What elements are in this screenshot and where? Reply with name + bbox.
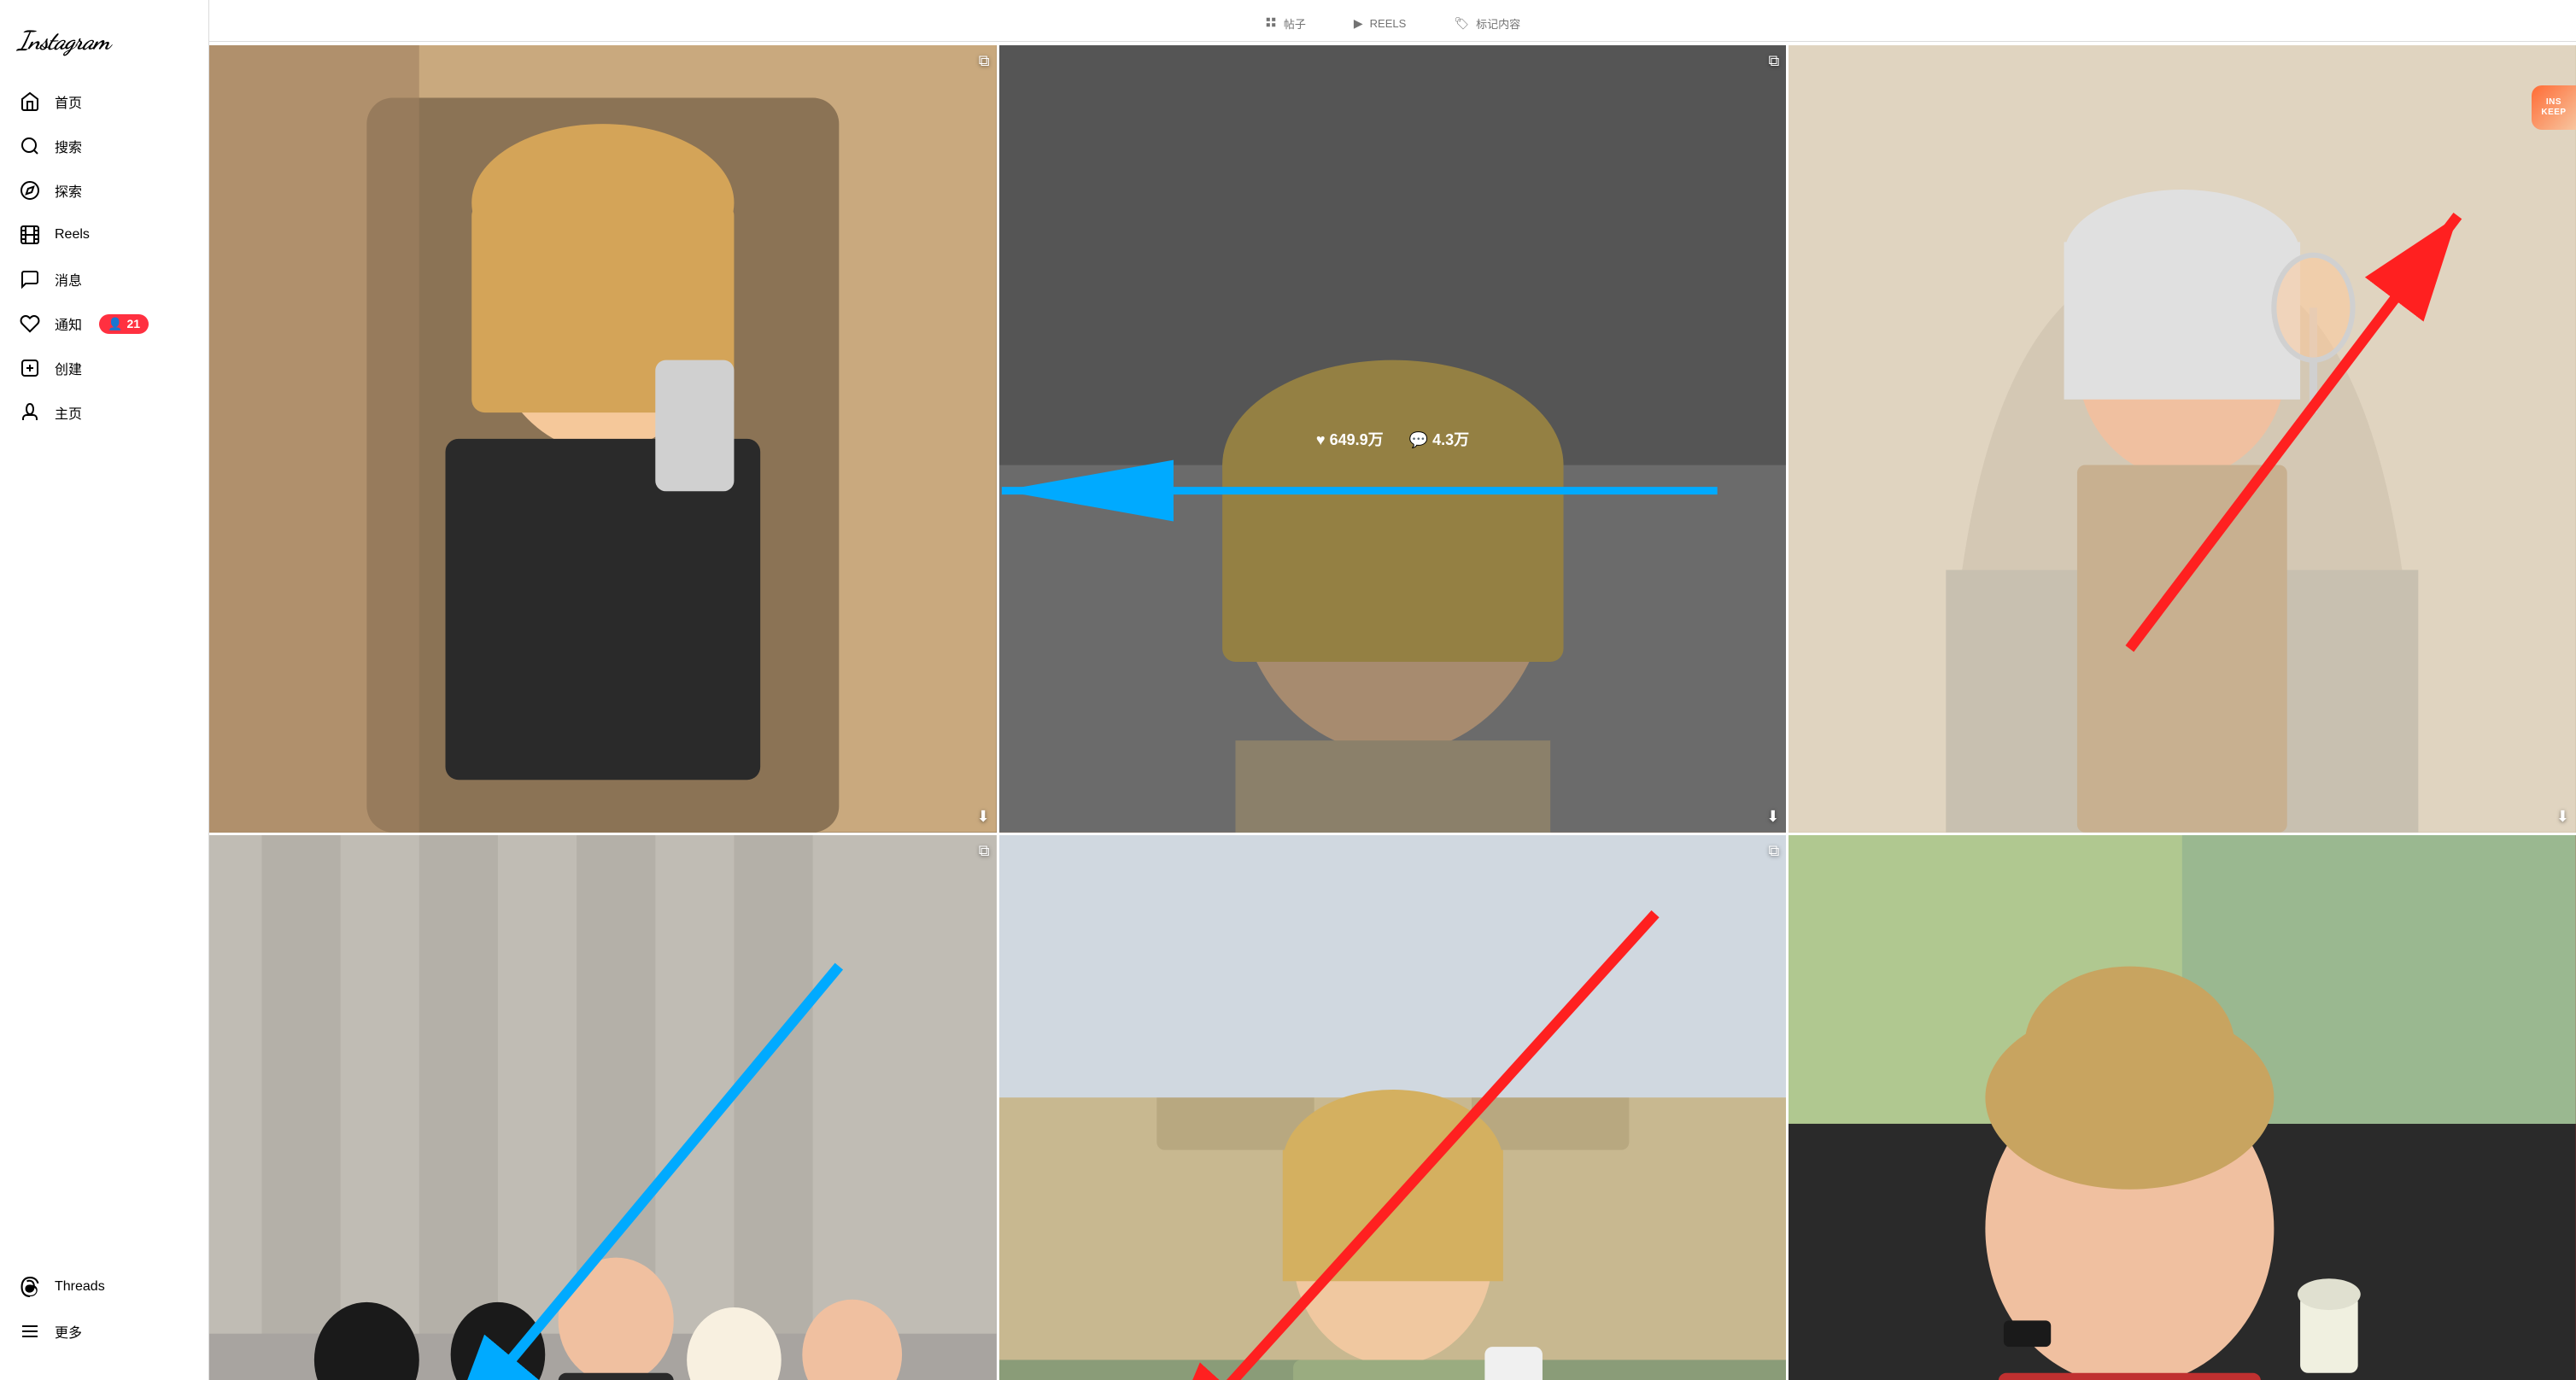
sidebar-item-messages-label: 消息 bbox=[55, 269, 82, 289]
tab-reels-label: REELS bbox=[1370, 17, 1407, 30]
grid-item-1[interactable]: ⧉ ⬇ bbox=[209, 45, 997, 833]
sidebar-item-messages[interactable]: 消息 bbox=[7, 258, 202, 301]
heart-icon bbox=[19, 313, 41, 335]
grid-overlay-1 bbox=[209, 45, 997, 833]
sidebar-item-home-label: 首页 bbox=[55, 91, 82, 112]
sidebar: Instagram 首页 搜索 bbox=[0, 0, 209, 1380]
grid-stats: ♥ 649.9万 💬 4.3万 bbox=[1316, 428, 1469, 450]
tab-posts-label: 帖子 bbox=[1284, 15, 1306, 32]
badge-person-icon: 👤 bbox=[108, 317, 122, 331]
sidebar-item-threads[interactable]: Threads bbox=[7, 1266, 202, 1308]
download-icon-2[interactable]: ⬇ bbox=[1766, 808, 1779, 826]
home-icon bbox=[19, 91, 41, 113]
sidebar-item-explore[interactable]: 探索 bbox=[7, 169, 202, 212]
sidebar-item-reels[interactable]: Reels bbox=[7, 213, 202, 256]
instagram-logo[interactable]: Instagram bbox=[0, 10, 208, 80]
profile-icon bbox=[19, 401, 41, 424]
sidebar-item-reels-label: Reels bbox=[55, 227, 90, 243]
sidebar-item-threads-label: Threads bbox=[55, 1279, 105, 1295]
grid-overlay-3 bbox=[1789, 45, 2576, 833]
tab-reels[interactable]: ▶ REELS bbox=[1347, 8, 1413, 40]
tab-tagged-label: 标记内容 bbox=[1476, 15, 1520, 32]
sidebar-item-create-label: 创建 bbox=[55, 358, 82, 378]
tag-icon: 🏷 bbox=[1454, 16, 1469, 31]
profile-tabs: 帖子 ▶ REELS 🏷 标记内容 bbox=[209, 0, 2576, 42]
photo-grid-container: ⧉ ⬇ bbox=[209, 42, 2576, 1380]
likes-stat: ♥ 649.9万 bbox=[1316, 428, 1384, 450]
menu-icon bbox=[19, 1320, 41, 1342]
photo-grid: ⧉ ⬇ bbox=[209, 45, 2576, 1380]
comments-stat: 💬 4.3万 bbox=[1409, 428, 1469, 450]
grid-item-5[interactable]: ⧉ ⬇ bbox=[999, 835, 1787, 1380]
reels-icon bbox=[19, 224, 41, 246]
sidebar-item-search[interactable]: 搜索 bbox=[7, 125, 202, 167]
inskeep-line1: INS bbox=[2546, 97, 2561, 108]
notification-badge: 👤 21 bbox=[99, 314, 149, 334]
messages-icon bbox=[19, 268, 41, 290]
grid-icon bbox=[1265, 16, 1277, 31]
reels-tab-icon: ▶ bbox=[1354, 16, 1363, 31]
sidebar-item-profile[interactable]: 主页 bbox=[7, 391, 202, 434]
sidebar-item-more[interactable]: 更多 bbox=[7, 1310, 202, 1353]
grid-item-6[interactable]: ⬇ bbox=[1789, 835, 2576, 1380]
main-content: 帖子 ▶ REELS 🏷 标记内容 bbox=[209, 0, 2576, 1380]
sidebar-item-search-label: 搜索 bbox=[55, 136, 82, 156]
grid-item-2[interactable]: ♥ 649.9万 💬 4.3万 ⧉ ⬇ bbox=[999, 45, 1787, 833]
inskeep-line2: KEEP bbox=[2541, 108, 2566, 118]
grid-item-4[interactable]: ⧉ ⬇ bbox=[209, 835, 997, 1380]
sidebar-item-create[interactable]: 创建 bbox=[7, 347, 202, 389]
sidebar-item-home[interactable]: 首页 bbox=[7, 80, 202, 123]
tab-posts[interactable]: 帖子 bbox=[1258, 7, 1313, 41]
sidebar-item-notifications[interactable]: 通知 👤 21 bbox=[7, 302, 202, 345]
grid-overlay-6 bbox=[1789, 835, 2576, 1380]
multi-photo-icon-2: ⧉ bbox=[1768, 52, 1779, 70]
grid-overlay-4 bbox=[209, 835, 997, 1380]
sidebar-item-explore-label: 探索 bbox=[55, 180, 82, 201]
stats-overlay-2: ♥ 649.9万 💬 4.3万 bbox=[999, 45, 1787, 833]
grid-item-3[interactable]: ⬇ bbox=[1789, 45, 2576, 833]
grid-overlay-5 bbox=[999, 835, 1787, 1380]
sidebar-navigation: 首页 搜索 探索 bbox=[0, 80, 208, 1259]
sidebar-item-profile-label: 主页 bbox=[55, 402, 82, 423]
tab-tagged[interactable]: 🏷 标记内容 bbox=[1447, 7, 1527, 41]
sidebar-bottom: Threads 更多 bbox=[0, 1259, 208, 1370]
plus-icon bbox=[19, 357, 41, 379]
sidebar-item-notifications-label: 通知 bbox=[55, 313, 82, 334]
threads-icon bbox=[19, 1276, 41, 1298]
search-icon bbox=[19, 135, 41, 157]
sidebar-item-more-label: 更多 bbox=[55, 1321, 82, 1342]
inskeep-badge[interactable]: INS KEEP bbox=[2532, 85, 2576, 130]
compass-icon bbox=[19, 179, 41, 202]
